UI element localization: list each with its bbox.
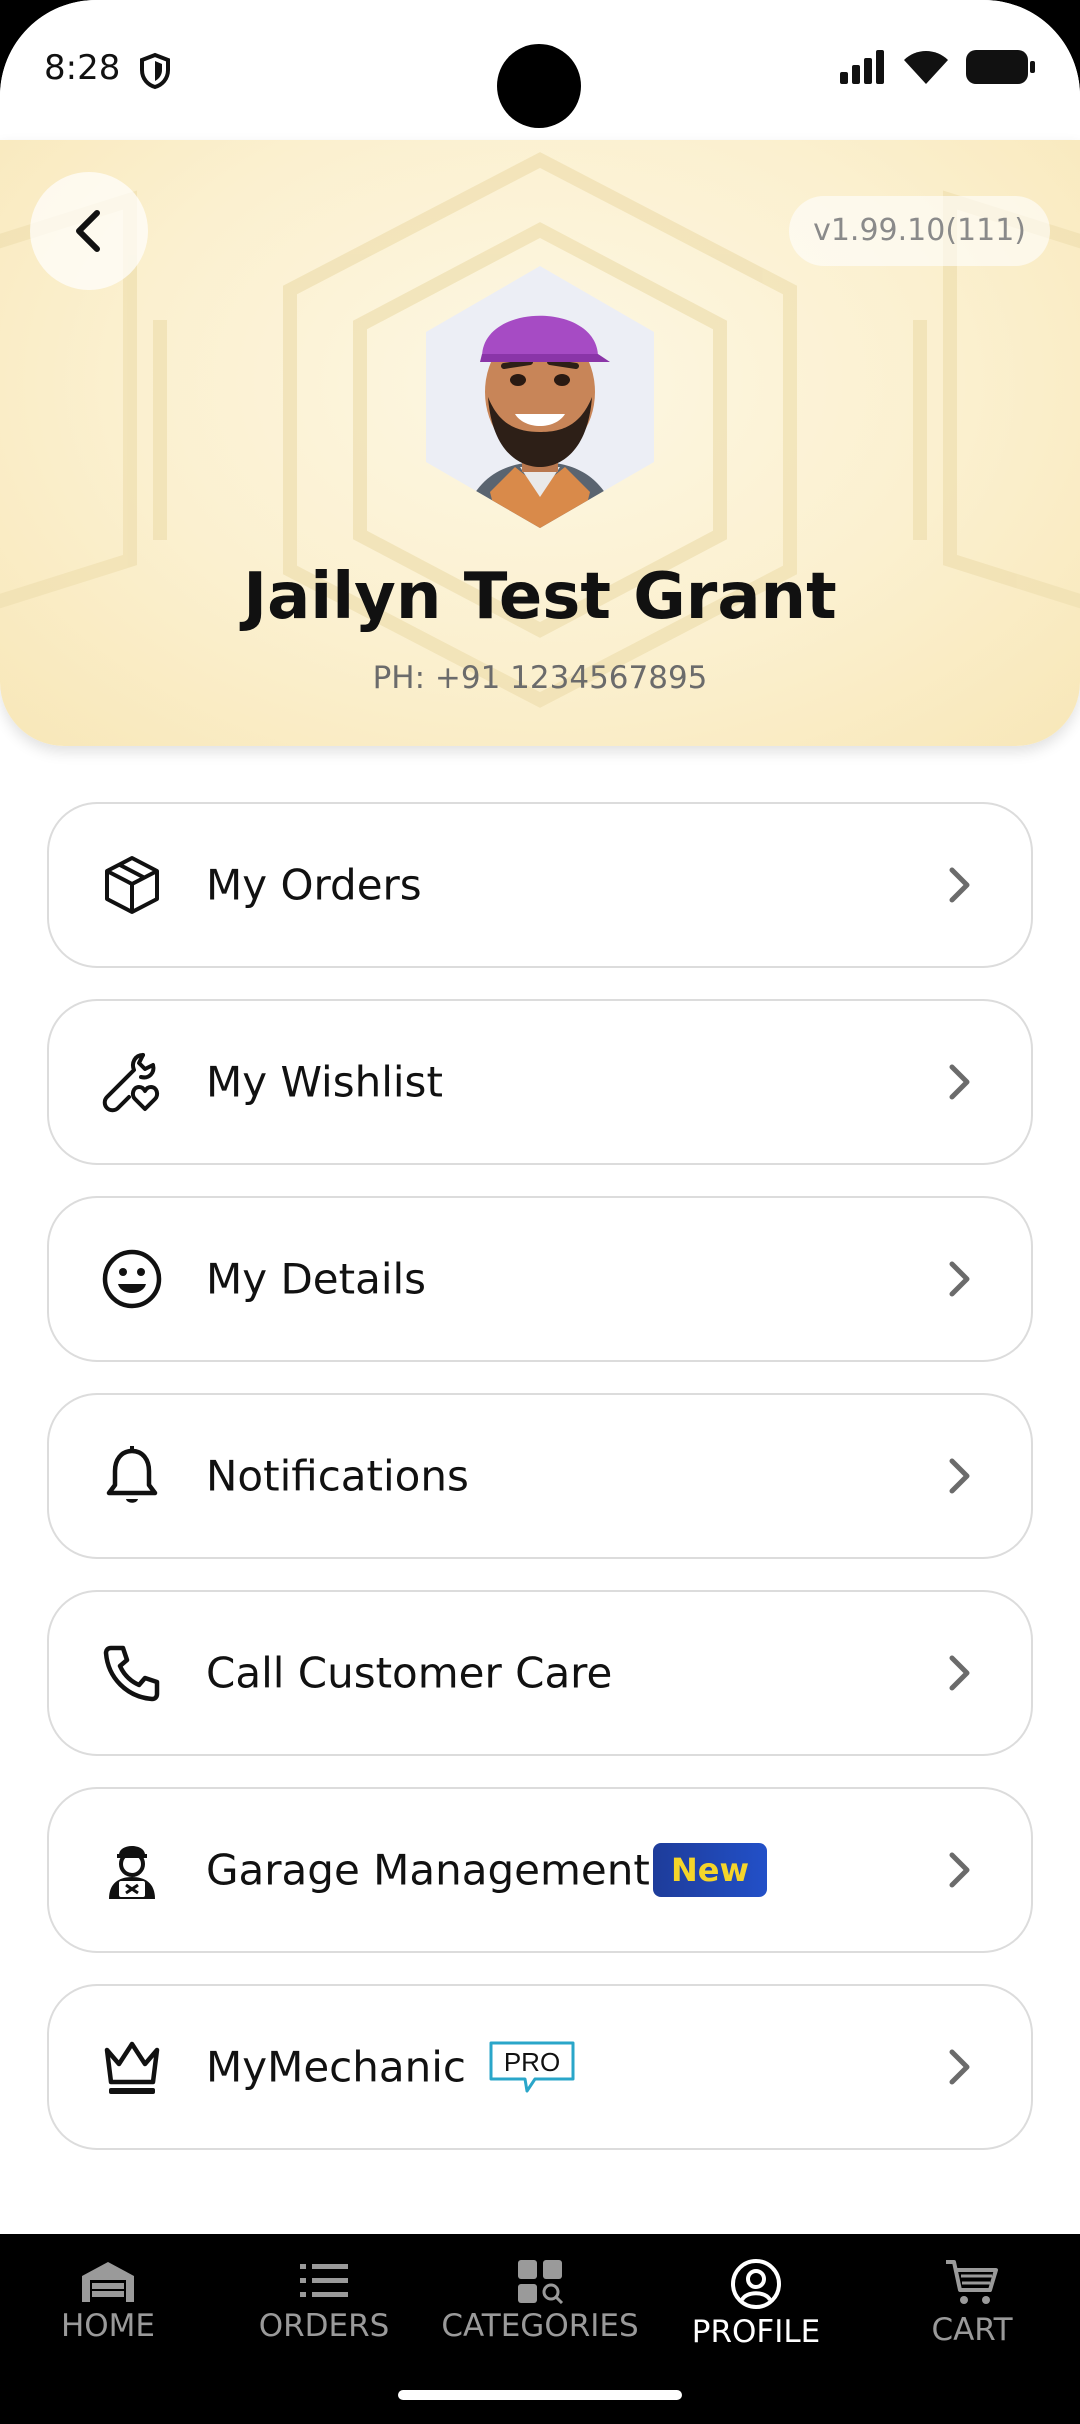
menu-label: Garage Management <box>206 1845 650 1895</box>
nav-profile[interactable]: PROFILE <box>648 2244 864 2394</box>
nav-home[interactable]: HOME <box>0 2244 216 2394</box>
menu-item-mymechanic[interactable]: MyMechanic PRO <box>47 1984 1033 2150</box>
menu-label: My Details <box>206 1254 427 1304</box>
menu-item-notifications[interactable]: Notifications <box>47 1393 1033 1559</box>
camera-cutout <box>497 44 581 128</box>
avatar <box>426 266 654 528</box>
phone-icon <box>103 1645 160 1702</box>
menu-item-my-wishlist[interactable]: My Wishlist <box>47 999 1033 1165</box>
garage-icon <box>82 2262 134 2302</box>
user-name: Jailyn Test Grant <box>243 560 837 634</box>
menu-item-my-orders[interactable]: My Orders <box>47 802 1033 968</box>
menu-label: My Orders <box>206 860 422 910</box>
chevron-right-icon <box>949 1458 970 1494</box>
chevron-right-icon <box>949 2049 970 2085</box>
back-button[interactable] <box>30 172 148 290</box>
smiley-icon <box>102 1249 162 1309</box>
status-time: 8:28 <box>44 48 121 88</box>
shield-icon <box>140 52 170 90</box>
box-icon <box>105 856 159 914</box>
nav-orders[interactable]: ORDERS <box>216 2244 432 2394</box>
menu-label: My Wishlist <box>206 1057 443 1107</box>
mechanic-icon <box>109 1846 155 1899</box>
pro-badge-text: PRO <box>504 2047 560 2077</box>
battery-icon <box>966 50 1035 84</box>
signal-icon <box>840 50 884 84</box>
new-badge: New <box>653 1843 768 1897</box>
profile-menu: My Orders My Wishlist My Details Notific… <box>47 802 1033 2181</box>
chevron-right-icon <box>949 1852 970 1888</box>
crown-icon <box>104 2041 160 2094</box>
chevron-right-icon <box>949 1261 970 1297</box>
profile-icon <box>731 2259 781 2309</box>
user-phone: PH: +91 1234567895 <box>372 660 708 696</box>
menu-item-call-customer-care[interactable]: Call Customer Care <box>47 1590 1033 1756</box>
status-bar: 8:28 <box>0 0 1080 140</box>
nav-label: CART <box>931 2312 1013 2348</box>
profile-header: v1.99.10(111) Jailyn Test Grant PH: +91 … <box>0 140 1080 746</box>
wrench-heart-icon <box>102 1053 160 1113</box>
chevron-left-icon <box>76 210 100 252</box>
home-indicator <box>398 2390 682 2400</box>
nav-label: PROFILE <box>691 2314 821 2350</box>
menu-item-my-details[interactable]: My Details <box>47 1196 1033 1362</box>
status-icons <box>840 50 1036 84</box>
grid-icon <box>518 2260 564 2304</box>
chevron-right-icon <box>949 1655 970 1691</box>
menu-label: MyMechanic <box>206 2042 466 2092</box>
bell-icon <box>106 1446 158 1503</box>
wifi-icon <box>904 51 948 84</box>
menu-label: Notifications <box>206 1451 469 1501</box>
nav-cart[interactable]: CART <box>864 2244 1080 2394</box>
cart-icon <box>946 2260 998 2304</box>
chevron-right-icon <box>949 1064 970 1100</box>
nav-categories[interactable]: CATEGORIES <box>432 2244 648 2394</box>
nav-label: CATEGORIES <box>441 2308 639 2344</box>
menu-item-garage-management[interactable]: Garage Management New <box>47 1787 1033 1953</box>
nav-label: ORDERS <box>258 2308 390 2344</box>
nav-label: HOME <box>60 2308 156 2344</box>
menu-label: Call Customer Care <box>206 1648 613 1698</box>
profile-screen: 8:28 v1.99.10(111) Jailyn Test Grant PH:… <box>0 0 1080 2424</box>
app-version: v1.99.10(111) <box>789 196 1050 266</box>
chevron-right-icon <box>949 867 970 903</box>
pro-badge: PRO <box>489 2041 575 2093</box>
list-icon <box>300 2264 348 2297</box>
